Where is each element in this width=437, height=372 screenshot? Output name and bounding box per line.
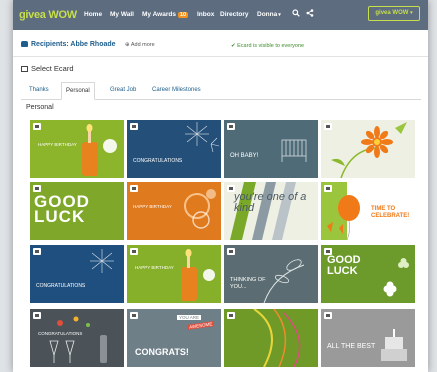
nav-home[interactable]: Home [84, 11, 102, 18]
ecard-congratulations-champagne[interactable]: CONGRATULATIONS [30, 309, 124, 367]
add-more-label: Add more [130, 42, 155, 48]
divider [13, 56, 428, 57]
user-name: Donna [257, 11, 278, 18]
ecard-oh-baby[interactable]: OH BABY! [224, 120, 318, 178]
ecard-you-are-congrats[interactable]: YOU ARE AWESOME CONGRATS! [127, 309, 221, 367]
recipients-text: Recipients: Abbe Rhoade [31, 41, 116, 48]
users-icon [21, 41, 28, 48]
nav-my-awards-label: My Awards [142, 11, 176, 18]
top-navbar: givea WOW Home My Wall My Awards 10 Inbox… [13, 0, 428, 30]
app-logo[interactable]: givea WOW [19, 9, 77, 21]
candle-illustration [82, 124, 117, 176]
camera-icon [227, 123, 235, 130]
chevron-down-icon: ▾ [410, 10, 413, 16]
card-text: THINKING OF YOU... [230, 277, 266, 290]
card-ribbon: AWESOME [186, 321, 215, 330]
visibility-text: Ecard is visible to everyone [237, 43, 305, 49]
camera-icon [33, 248, 41, 255]
tab-great-job[interactable]: Great Job [106, 82, 140, 99]
camera-icon [130, 248, 138, 255]
ecard-time-to-celebrate[interactable]: TIME TO CELEBRATE! [321, 182, 415, 240]
nav-inbox[interactable]: Inbox [197, 11, 214, 18]
plus-icon: ⊕ [125, 42, 130, 48]
camera-icon [33, 312, 41, 319]
camera-icon [130, 312, 138, 319]
ecard-youre-one-of-a-kind[interactable]: you're one of a kind [224, 182, 318, 240]
camera-icon [130, 123, 138, 130]
card-text: GOOD LUCK [327, 254, 361, 277]
tab-thanks[interactable]: Thanks [25, 82, 53, 99]
section-title: Personal [26, 104, 54, 111]
card-text: GOOD LUCK [34, 192, 90, 226]
nav-my-awards[interactable]: My Awards 10 [142, 11, 189, 18]
card-text: OH BABY! [230, 153, 259, 159]
ecard-thinking-of-you[interactable]: THINKING OF YOU... [224, 245, 318, 303]
camera-icon [227, 248, 235, 255]
nav-directory[interactable]: Directory [220, 11, 249, 18]
card-text: HAPPY BIRTHDAY [133, 204, 172, 209]
card-you-are-label: YOU ARE [177, 315, 202, 320]
app-window: givea WOW Home My Wall My Awards 10 Inbox… [13, 0, 428, 372]
card-text: HAPPY BIRTHDAY [135, 265, 174, 270]
nav-my-wall[interactable]: My Wall [110, 11, 134, 18]
camera-icon [324, 312, 332, 319]
ecard-congratulations-fireworks[interactable]: CONGRATULATIONS [127, 120, 221, 178]
camera-icon [227, 312, 235, 319]
camera-icon [324, 123, 332, 130]
fireworks-illustration [90, 249, 114, 273]
visibility-status: ✔ Ecard is visible to everyone [231, 43, 304, 49]
camera-icon [33, 123, 41, 130]
ribbon-illustration [253, 309, 301, 367]
candle-illustration [181, 249, 215, 301]
card-text: ALL THE BEST [327, 343, 376, 350]
brand-switcher[interactable]: givea WOW ▾ [368, 6, 420, 21]
camera-icon [324, 185, 332, 192]
ecard-green-ribbons[interactable] [224, 309, 318, 367]
chevron-down-icon: ▾ [278, 12, 281, 18]
flower-illustration [331, 122, 407, 178]
card-text: TIME TO CELEBRATE! [371, 206, 410, 219]
tab-career-milestones[interactable]: Career Milestones [148, 82, 205, 99]
ecard-good-luck-green[interactable]: GOOD LUCK [30, 182, 124, 240]
recipients-label: Recipients: Abbe Rhoade [21, 41, 116, 48]
ecard-category-tabs: Thanks Personal Great Job Career Milesto… [21, 82, 421, 100]
ecard-congratulations-blue[interactable]: CONGRATULATIONS [30, 245, 124, 303]
ecard-all-the-best[interactable]: ALL THE BEST [321, 309, 415, 367]
leaf-illustration [263, 259, 305, 303]
swirl-illustration [184, 189, 216, 229]
visible-check-icon: ✔ [231, 43, 236, 49]
share-icon[interactable] [305, 9, 315, 19]
fireworks-illustration [185, 122, 220, 153]
tab-personal[interactable]: Personal [61, 82, 95, 100]
champagne-illustration [49, 316, 107, 363]
ecard-good-luck-clover[interactable]: GOOD LUCK [321, 245, 415, 303]
add-more-link[interactable]: ⊕ Add more [125, 42, 155, 48]
ecard-orange-flowers[interactable] [321, 120, 415, 178]
card-text: CONGRATS! [135, 347, 189, 357]
camera-icon [130, 185, 138, 192]
awards-count-badge: 10 [177, 12, 189, 18]
nav-user-menu[interactable]: Donna▾ [257, 11, 281, 18]
image-icon [21, 66, 28, 73]
card-text: CONGRATULATIONS [133, 158, 183, 164]
ecard-happy-birthday-candle-2[interactable]: HAPPY BIRTHDAY [127, 245, 221, 303]
search-icon[interactable] [291, 9, 301, 19]
card-text: CONGRATULATIONS [38, 331, 83, 336]
ecard-happy-birthday-candle[interactable]: HAPPY BIRTHDAY [30, 120, 124, 178]
crib-illustration [281, 139, 307, 162]
camera-icon [33, 185, 41, 192]
ecard-happy-birthday-orange[interactable]: HAPPY BIRTHDAY [127, 182, 221, 240]
card-text: you're one of a kind [234, 191, 307, 214]
card-text: CONGRATULATIONS [36, 283, 86, 289]
select-ecard-heading: Select Ecard [21, 64, 74, 73]
card-text: HAPPY BIRTHDAY [38, 142, 77, 147]
brand-switcher-label: givea WOW [375, 10, 409, 16]
cake-illustration [381, 329, 407, 361]
select-ecard-text: Select Ecard [31, 64, 74, 73]
